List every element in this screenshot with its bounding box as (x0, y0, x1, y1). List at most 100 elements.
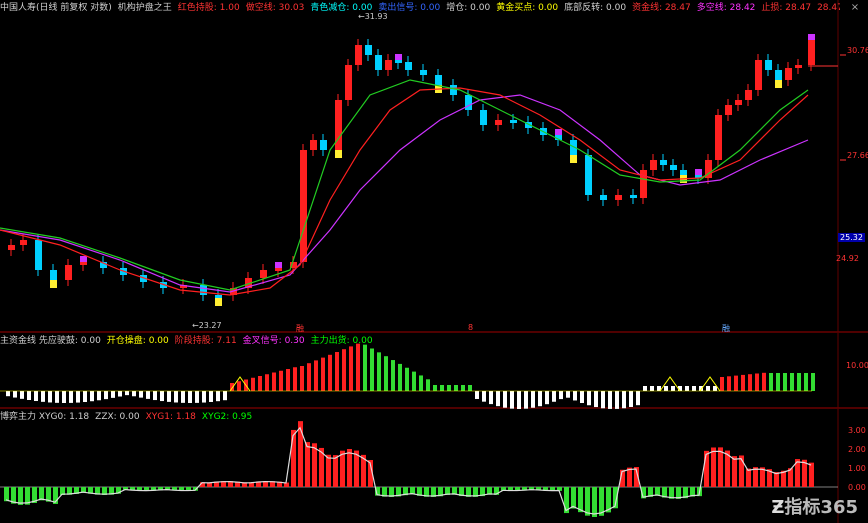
candle-body (808, 40, 815, 65)
force-bar (732, 456, 737, 487)
flow-bar (650, 386, 654, 391)
bot-header-item-0: 博弈主力 XYG0: 1.18 (0, 412, 90, 421)
force-bar (592, 487, 597, 517)
flow-bar (720, 377, 724, 391)
flow-bar (293, 367, 297, 391)
flow-bar (671, 386, 675, 391)
flow-bar (517, 391, 521, 409)
candle-body (680, 170, 687, 175)
flow-bar (34, 391, 38, 402)
candlestick-chart[interactable] (0, 0, 868, 333)
mid-header-item-3: 金叉信号: 0.30 (242, 336, 305, 345)
bot-axis-2: 2.00 (848, 445, 866, 454)
flow-bar (594, 391, 598, 408)
force-bar (291, 429, 296, 487)
main-header-item-0: 中国人寿(日线 前复权 对数) (0, 3, 112, 12)
candle-body (215, 295, 222, 298)
signal-block (80, 256, 87, 262)
candle-body (795, 65, 802, 68)
flow-bar (41, 391, 45, 402)
candle-body (395, 60, 402, 63)
flow-bar (48, 391, 52, 403)
flow-bar (776, 373, 780, 391)
flow-bar (342, 349, 346, 391)
main-header-item-12: 28.47 (817, 3, 840, 12)
main-header-item-1: 机构护盘之王 (117, 3, 172, 12)
force-bar (4, 487, 9, 502)
candle-body (355, 45, 362, 65)
close-icon[interactable]: × (848, 2, 862, 14)
game-force-histogram[interactable] (0, 409, 868, 523)
candle-body (495, 120, 502, 125)
ma-line-green (0, 79, 809, 291)
flow-bar (83, 391, 87, 403)
flow-bar (125, 391, 129, 396)
flow-bar (587, 391, 591, 406)
flow-bar (314, 360, 318, 391)
force-bar (571, 487, 576, 509)
flow-bar (195, 391, 199, 403)
low-annotation: ←23.27 (192, 321, 222, 330)
main-header-item-9: 资金线: 28.47 (632, 3, 691, 12)
bot-axis-1: 1.00 (848, 464, 866, 473)
flow-bar (111, 391, 115, 398)
candle-body (745, 90, 752, 100)
signal-block (555, 129, 562, 135)
main-header-item-6: 增仓: 0.00 (446, 3, 491, 12)
flow-bar (286, 369, 290, 391)
force-bar (39, 487, 44, 501)
flow-bar (580, 391, 584, 404)
flow-bar (258, 376, 262, 391)
price-label-low: 24.92 (836, 254, 859, 263)
force-bar (578, 487, 583, 513)
game-force-panel[interactable]: 博弈主力 XYG0: 1.18 ZZX: 0.00 XYG1: 1.18 XYG2: … (0, 409, 868, 523)
time-marker-2: 8 (468, 323, 474, 332)
candle-body (35, 240, 42, 270)
force-bar (753, 467, 758, 487)
candle-body (345, 65, 352, 100)
bot-axis-0: 0.00 (848, 483, 866, 492)
price-label-top: 30.76 (847, 46, 868, 55)
current-price-badge: 25.32 (838, 233, 865, 242)
flow-bar (664, 386, 668, 391)
flow-bar (734, 375, 738, 391)
candle-body (465, 95, 472, 110)
flow-bar (636, 391, 640, 406)
flow-bar (762, 372, 766, 391)
flow-bar (433, 385, 437, 391)
ma-line-purple (0, 94, 809, 293)
candle-body (715, 115, 722, 160)
candle-body (50, 270, 57, 280)
candle-body (420, 70, 427, 75)
candle-body (650, 160, 657, 170)
flow-bar (531, 391, 535, 408)
candle-body (385, 60, 392, 70)
main-chart-panel[interactable]: 中国人寿(日线 前复权 对数) 机构护盘之王 红色持股: 1.00 做空线: 30.0… (0, 0, 868, 333)
candle-body (615, 195, 622, 200)
signal-block (775, 80, 782, 88)
flow-bar (160, 391, 164, 402)
flow-bar (475, 391, 479, 399)
flow-bar (55, 391, 59, 403)
candle-body (405, 62, 412, 70)
candle-body (310, 140, 317, 150)
signal-block (808, 34, 815, 40)
flow-bar (769, 373, 773, 391)
flow-bar (356, 343, 360, 391)
flow-bar (426, 379, 430, 391)
flow-bar (727, 376, 731, 391)
high-annotation: ←31.93 (358, 12, 388, 21)
flow-bar (370, 348, 374, 391)
capital-flow-panel[interactable]: 主资金线 先应驶鼓: 0.00 开仓操盘: 0.00 阶段持股: 7.11 金叉信号:… (0, 333, 868, 409)
main-header-item-2: 红色持股: 1.00 (177, 3, 240, 12)
candle-body (630, 195, 637, 198)
signal-block (275, 262, 282, 268)
flow-bar (783, 373, 787, 391)
candle-body (200, 285, 207, 295)
flow-bar (279, 370, 283, 391)
flow-bar (510, 391, 514, 409)
flow-bar (405, 367, 409, 391)
force-line (5, 426, 812, 515)
flow-bar (748, 374, 752, 391)
candle-body (435, 75, 442, 85)
